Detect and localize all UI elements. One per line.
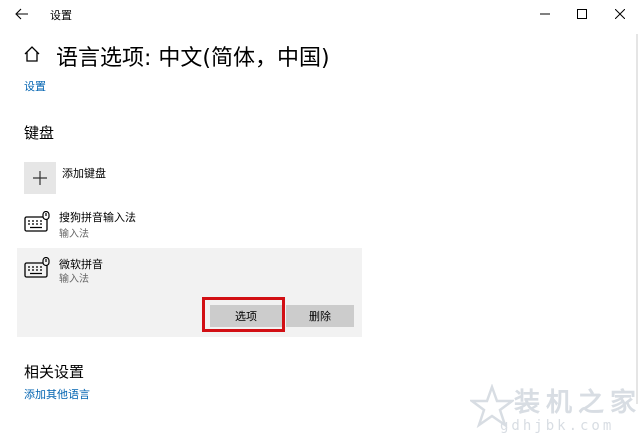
settings-window: 设置 语言选项: 中文(简体，中国) 设置 键盘 添加键盘 搜狗拼音输入法 输入… [0,0,640,439]
maximize-button[interactable] [562,0,602,28]
keyboard-item-microsoft-pinyin[interactable]: 微软拼音 输入法 选项 删除 [17,248,362,337]
watermark-text: 装机之家 [514,388,640,418]
keyboard-icon [24,257,50,278]
close-icon [615,9,625,19]
keyboard-section-title: 键盘 [24,124,55,142]
close-button[interactable] [600,0,640,28]
keyboard-item-type: 输入法 [59,229,89,240]
plus-icon [33,171,47,185]
title-bar: 设置 [0,0,640,28]
add-keyboard-label: 添加键盘 [62,167,106,180]
delete-button[interactable]: 删除 [286,305,354,327]
keyboard-item-sogou[interactable]: 搜狗拼音输入法 输入法 [17,205,362,247]
scrollbar[interactable] [636,34,638,404]
back-button[interactable] [10,4,34,24]
add-keyboard-button[interactable]: 添加键盘 [24,162,224,194]
keyboard-item-name: 搜狗拼音输入法 [59,211,136,224]
back-arrow-icon [15,8,28,20]
watermark-url: gdhjbk.com [500,418,615,434]
watermark: 装机之家 gdhjbk.com [470,380,638,438]
minimize-button[interactable] [525,0,565,28]
settings-breadcrumb-link[interactable]: 设置 [24,78,46,94]
red-highlight-box [202,297,285,332]
home-icon[interactable] [22,44,42,64]
related-settings-title: 相关设置 [24,363,85,381]
maximize-icon [577,9,587,19]
window-title: 设置 [50,9,72,22]
page-title: 语言选项: 中文(简体，中国) [56,46,330,71]
add-keyboard-tile [24,162,56,194]
keyboard-icon [24,211,50,232]
minimize-icon [540,13,550,15]
keyboard-item-type: 输入法 [59,274,89,285]
add-other-language-link[interactable]: 添加其他语言 [24,386,90,402]
